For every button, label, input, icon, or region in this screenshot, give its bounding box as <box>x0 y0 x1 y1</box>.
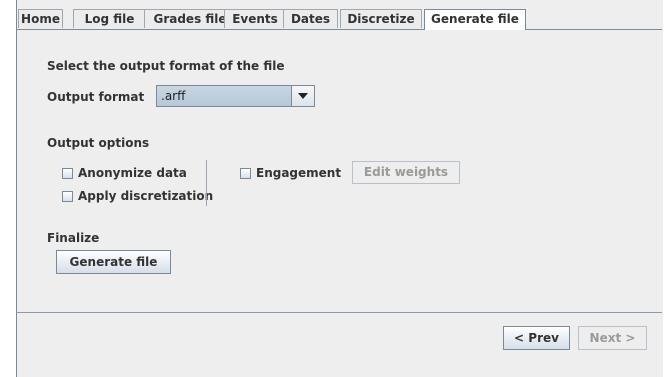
output-format-heading: Select the output format of the file <box>47 59 285 73</box>
discretization-checkbox[interactable] <box>62 191 73 202</box>
edit-weights-button[interactable]: Edit weights <box>352 161 460 184</box>
output-format-label: Output format <box>47 90 145 104</box>
output-options-heading: Output options <box>47 136 150 150</box>
finalize-heading: Finalize <box>47 231 100 245</box>
next-button[interactable]: Next > <box>578 326 647 350</box>
options-divider <box>206 160 207 206</box>
tab-grades-file[interactable]: Grades file <box>144 9 236 28</box>
tab-bar: Home Log file Grades file Events Dates D… <box>16 9 662 30</box>
anonymize-checkbox[interactable] <box>62 168 73 179</box>
discretization-label[interactable]: Apply discretization <box>78 189 213 203</box>
output-format-value: .arff <box>161 89 186 103</box>
chevron-down-icon[interactable] <box>291 86 314 106</box>
engagement-checkbox[interactable] <box>240 168 251 179</box>
tab-generate-file[interactable]: Generate file <box>424 9 526 30</box>
generate-file-button[interactable]: Generate file <box>56 250 171 274</box>
tab-events[interactable]: Events <box>224 9 286 28</box>
anonymize-label[interactable]: Anonymize data <box>78 166 187 180</box>
tab-dates[interactable]: Dates <box>283 9 338 28</box>
tab-log-file[interactable]: Log file <box>73 9 146 28</box>
engagement-label[interactable]: Engagement <box>256 166 341 180</box>
footer-divider <box>16 312 662 313</box>
tab-discretize[interactable]: Discretize <box>340 9 422 28</box>
output-format-select[interactable]: .arff <box>156 85 315 107</box>
prev-button[interactable]: < Prev <box>503 326 570 350</box>
tab-home[interactable]: Home <box>18 9 63 28</box>
